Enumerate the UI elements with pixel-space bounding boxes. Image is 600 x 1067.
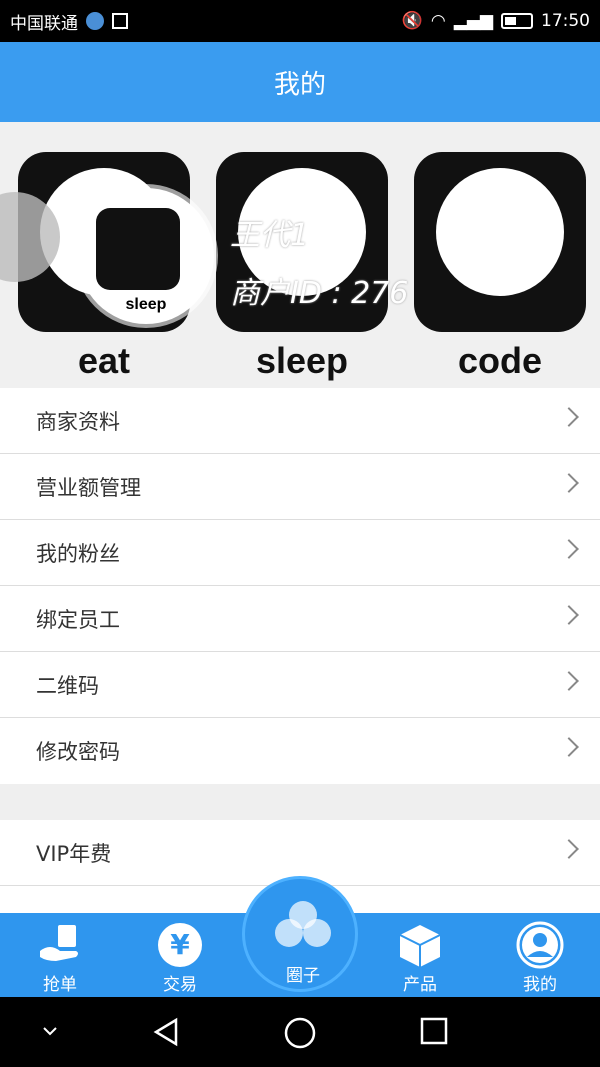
menu-item-change-password[interactable]: 修改密码 <box>0 718 600 784</box>
menu-item-label: 营业额管理 <box>36 475 141 500</box>
menu-item-label: 商家资料 <box>36 409 120 434</box>
menu-item-label: 绑定员工 <box>36 607 120 632</box>
code-tile <box>414 152 586 332</box>
system-nav-bar <box>0 997 600 1067</box>
nav-label: 我的 <box>523 975 557 995</box>
chevron-right-icon <box>559 539 579 559</box>
clock: 17:50 <box>541 11 590 31</box>
chevron-right-icon <box>559 737 579 757</box>
profile-banner: eat sleep code sleep 王代1 商户ID : 276 <box>0 122 600 388</box>
box-icon <box>396 921 444 969</box>
tile-label-sleep: sleep <box>255 340 349 381</box>
carrier-label: 中国联通 <box>10 13 78 34</box>
menu-item-bind-staff[interactable]: 绑定员工 <box>0 586 600 652</box>
chevron-right-icon <box>559 407 579 427</box>
menu-item-label: 修改密码 <box>36 740 120 764</box>
yen-icon: ¥ <box>156 921 204 969</box>
chevron-right-icon <box>559 605 579 625</box>
nav-item-grab-order[interactable]: 抢单 <box>0 913 120 997</box>
home-icon[interactable] <box>284 1017 316 1053</box>
nav-label: 抢单 <box>43 975 77 995</box>
bed-icon <box>96 208 180 290</box>
menu-item-label: 二维码 <box>36 673 99 698</box>
person-icon <box>516 921 564 969</box>
nav-label: 产品 <box>403 975 437 995</box>
menu-item-merchant-info[interactable]: 商家资料 <box>0 388 600 454</box>
nav-item-products[interactable]: 产品 <box>360 913 480 997</box>
menu-item-label: VIP年费 <box>36 841 112 866</box>
menu-item-revenue[interactable]: 营业额管理 <box>0 454 600 520</box>
menu-item-fans[interactable]: 我的粉丝 <box>0 520 600 586</box>
nav-item-mine[interactable]: 我的 <box>480 913 600 997</box>
avatar-label: sleep <box>125 296 167 313</box>
mute-icon: 🔇 <box>401 11 423 31</box>
chevron-right-icon <box>559 671 579 691</box>
nav-label: 交易 <box>163 975 197 995</box>
globe-icon <box>86 12 104 30</box>
back-icon[interactable] <box>152 1017 182 1051</box>
chevron-right-icon <box>559 839 579 859</box>
image-notification-icon <box>112 13 128 29</box>
chevron-down-icon[interactable] <box>40 1021 60 1045</box>
signal-icon: ▂▄▆ <box>453 11 493 31</box>
tile-label-eat: eat <box>77 340 131 381</box>
hand-order-icon <box>36 921 84 969</box>
page-header: 我的 <box>0 42 600 122</box>
svg-text:¥: ¥ <box>170 928 190 961</box>
nav-label: 圈子 <box>286 966 320 986</box>
menu-group-primary: 商家资料 营业额管理 我的粉丝 绑定员工 二维码 修改密码 <box>0 388 600 784</box>
avatar[interactable]: sleep <box>78 188 214 324</box>
menu-item-label: 我的粉丝 <box>36 541 120 566</box>
nav-item-trade[interactable]: ¥ 交易 <box>120 913 240 997</box>
recent-apps-icon[interactable] <box>420 1017 448 1049</box>
merchant-name: 王代1 <box>230 218 310 253</box>
chevron-right-icon <box>559 473 579 493</box>
menu-item-qrcode[interactable]: 二维码 <box>0 652 600 718</box>
wifi-icon: ◠ <box>430 11 446 31</box>
status-bar: 中国联通 🔇 ◠ ▂▄▆ 17:50 <box>0 0 600 42</box>
page-title: 我的 <box>273 69 326 100</box>
merchant-id: 商户ID : 276 <box>230 276 409 311</box>
battery-icon <box>501 13 533 29</box>
tile-label-code: code <box>457 340 543 381</box>
circles-icon <box>275 901 331 947</box>
code-icon <box>436 168 564 296</box>
nav-item-circle[interactable]: 圈子 <box>242 876 358 992</box>
